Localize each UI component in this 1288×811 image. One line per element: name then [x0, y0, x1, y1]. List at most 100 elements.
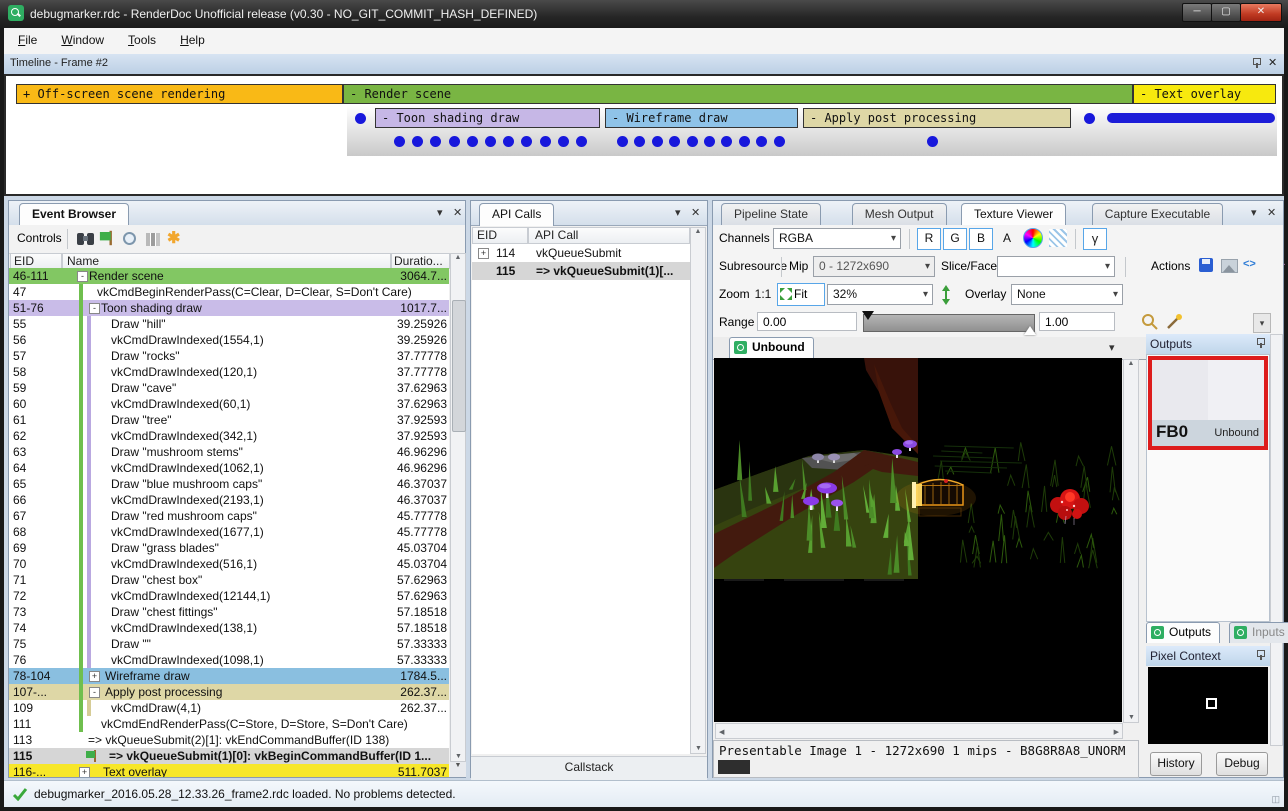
tab-texture-viewer[interactable]: Texture Viewer [961, 203, 1066, 226]
minimize-button[interactable]: ─ [1182, 3, 1212, 22]
zoom-level-dropdown[interactable]: 32%▾ [827, 284, 933, 305]
range-options-dropdown[interactable]: ▾ [1253, 313, 1271, 333]
timeline-bar[interactable]: + Off-screen scene rendering [16, 84, 343, 104]
event-row[interactable]: 63Draw "mushroom stems"46.96296 [9, 444, 449, 460]
event-row[interactable]: 47vkCmdBeginRenderPass(C=Clear, D=Clear,… [9, 284, 449, 300]
fit-button[interactable]: Fit [777, 283, 825, 306]
event-row[interactable]: 107-...-Apply post processing262.37... [9, 684, 449, 700]
column-header-eid[interactable]: EID [10, 253, 62, 269]
timeline-bar[interactable]: - Render scene [343, 84, 1133, 104]
event-row[interactable]: 75Draw ""57.33333 [9, 636, 449, 652]
timeline-bar[interactable]: - Apply post processing [803, 108, 1071, 128]
range-white-marker[interactable] [1024, 326, 1036, 335]
event-row[interactable]: 67Draw "red mushroom caps"45.77778 [9, 508, 449, 524]
resize-grip[interactable]: ◫ [1271, 794, 1280, 805]
overlay-dropdown[interactable]: None▾ [1011, 284, 1123, 305]
alpha-checker-icon[interactable] [1049, 229, 1067, 247]
bookmark-icon[interactable]: ✱ [167, 228, 180, 248]
event-row[interactable]: 56vkCmdDrawIndexed(1554,1)39.25926 [9, 332, 449, 348]
history-button[interactable]: History [1150, 752, 1202, 776]
texture-hscrollbar[interactable]: ◀▶ [715, 723, 1123, 739]
pixel-context-header[interactable]: Pixel Context [1146, 646, 1270, 666]
event-row[interactable]: 62vkCmdDrawIndexed(342,1)37.92593 [9, 428, 449, 444]
jump-to-event-icon[interactable] [100, 231, 113, 245]
tab-outputs[interactable]: Outputs [1146, 622, 1220, 643]
timeline-bar[interactable]: - Text overlay [1133, 84, 1276, 104]
range-slider[interactable] [863, 314, 1035, 332]
chevron-down-icon[interactable]: ▾ [437, 206, 443, 219]
event-row[interactable]: 65Draw "blue mushroom caps"46.37037 [9, 476, 449, 492]
event-row[interactable]: 111vkCmdEndRenderPass(C=Store, D=Store, … [9, 716, 449, 732]
event-row[interactable]: 55Draw "hill"39.25926 [9, 316, 449, 332]
scroll-down-button[interactable]: ▼ [450, 762, 466, 777]
pixel-context-view[interactable] [1148, 667, 1268, 744]
chevron-down-icon[interactable]: ▾ [1251, 206, 1257, 219]
pin-icon[interactable] [1256, 338, 1265, 349]
event-row[interactable]: 72vkCmdDrawIndexed(12144,1)57.62963 [9, 588, 449, 604]
event-row[interactable]: 76vkCmdDrawIndexed(1098,1)57.33333 [9, 652, 449, 668]
outputs-header[interactable]: Outputs [1146, 334, 1270, 354]
event-row[interactable]: 64vkCmdDrawIndexed(1062,1)46.96296 [9, 460, 449, 476]
event-row[interactable]: 78-104+Wireframe draw1784.5... [9, 668, 449, 684]
gamma-button[interactable]: γ [1083, 228, 1107, 250]
autofit-wand-icon[interactable] [1165, 313, 1183, 331]
event-browser-list[interactable]: 46-111-Render scene3064.7...47vkCmdBegin… [9, 268, 449, 777]
outputs-vscrollbar[interactable] [1270, 334, 1283, 746]
menu-help[interactable]: Help [180, 33, 205, 47]
event-row[interactable]: 57Draw "rocks"37.77778 [9, 348, 449, 364]
texture-vscrollbar[interactable]: ▲▼ [1123, 359, 1139, 723]
expand-toggle[interactable]: - [89, 303, 100, 314]
event-row[interactable]: 68vkCmdDrawIndexed(1677,1)45.77778 [9, 524, 449, 540]
tab-pipeline-state[interactable]: Pipeline State [721, 203, 821, 226]
event-row[interactable]: 71Draw "chest box"57.62963 [9, 572, 449, 588]
event-row[interactable]: 61Draw "tree"37.92593 [9, 412, 449, 428]
color-wheel-icon[interactable] [1023, 228, 1043, 248]
timeline-panel-header[interactable]: Timeline - Frame #2 ✕ [4, 54, 1284, 74]
timeline-bar[interactable]: - Toon shading draw [375, 108, 600, 128]
time-draws-icon[interactable] [123, 232, 136, 245]
slice-face-dropdown[interactable]: ▾ [997, 256, 1115, 277]
close-icon[interactable]: ✕ [691, 206, 700, 219]
expand-toggle[interactable]: + [478, 248, 489, 259]
range-black-marker[interactable] [862, 311, 874, 320]
event-browser-vscrollbar[interactable]: ▲▼ [450, 253, 466, 762]
timeline-panel[interactable]: + Off-screen scene rendering- Render sce… [4, 74, 1284, 196]
event-row[interactable]: 70vkCmdDrawIndexed(516,1)45.03704 [9, 556, 449, 572]
expand-toggle[interactable]: - [89, 687, 100, 698]
event-row[interactable]: 74vkCmdDrawIndexed(138,1)57.18518 [9, 620, 449, 636]
mip-dropdown[interactable]: 0 - 1272x690▾ [813, 256, 935, 277]
tab-capture-executable[interactable]: Capture Executable [1092, 203, 1223, 226]
event-row[interactable]: 115=> vkQueueSubmit(1)[0]: vkBeginComman… [9, 748, 449, 764]
event-row[interactable]: 58vkCmdDrawIndexed(120,1)37.77778 [9, 364, 449, 380]
column-header-eid[interactable]: EID [472, 227, 528, 244]
timeline-command-bar[interactable] [1107, 113, 1275, 123]
timeline-bar[interactable]: - Wireframe draw [605, 108, 798, 128]
column-header-api-call[interactable]: API Call [528, 227, 690, 244]
tab-mesh-output[interactable]: Mesh Output [852, 203, 947, 226]
save-texture-icon[interactable] [1199, 258, 1213, 272]
api-calls-vscrollbar[interactable]: ▲▼ [690, 227, 706, 754]
channel-red-button[interactable]: R [917, 228, 941, 250]
title-bar[interactable]: debugmarker.rdc - RenderDoc Unofficial r… [0, 0, 1288, 28]
chevron-down-icon[interactable]: ▾ [675, 206, 681, 219]
find-event-icon[interactable] [77, 233, 94, 245]
zoom-range-icon[interactable] [1141, 313, 1159, 331]
menu-file[interactable]: File [18, 33, 37, 47]
zoom-1-1-button[interactable]: 1:1 [751, 284, 775, 305]
open-image-icon[interactable] [1221, 259, 1238, 273]
api-call-row[interactable]: +114vkQueueSubmit [472, 244, 690, 262]
column-header-duration[interactable]: Duratio... [391, 253, 450, 269]
channels-dropdown[interactable]: RGBA▾ [773, 228, 901, 249]
api-call-row[interactable]: 115=> vkQueueSubmit(1)[... [472, 262, 690, 280]
event-row[interactable]: 109vkCmdDraw(4,1)262.37... [9, 700, 449, 716]
expand-toggle[interactable]: - [77, 271, 88, 282]
expand-toggle[interactable]: + [79, 767, 90, 777]
event-row[interactable]: 60vkCmdDrawIndexed(60,1)37.62963 [9, 396, 449, 412]
tab-api-calls[interactable]: API Calls [479, 203, 554, 226]
debug-button[interactable]: Debug [1216, 752, 1268, 776]
duration-graph-icon[interactable] [146, 233, 160, 246]
event-row[interactable]: 46-111-Render scene3064.7... [9, 268, 449, 284]
event-row[interactable]: 66vkCmdDrawIndexed(2193,1)46.37037 [9, 492, 449, 508]
callstack-footer[interactable]: Callstack [471, 756, 707, 781]
event-row[interactable]: 116-...+Text overlay511.7037 [9, 764, 449, 777]
